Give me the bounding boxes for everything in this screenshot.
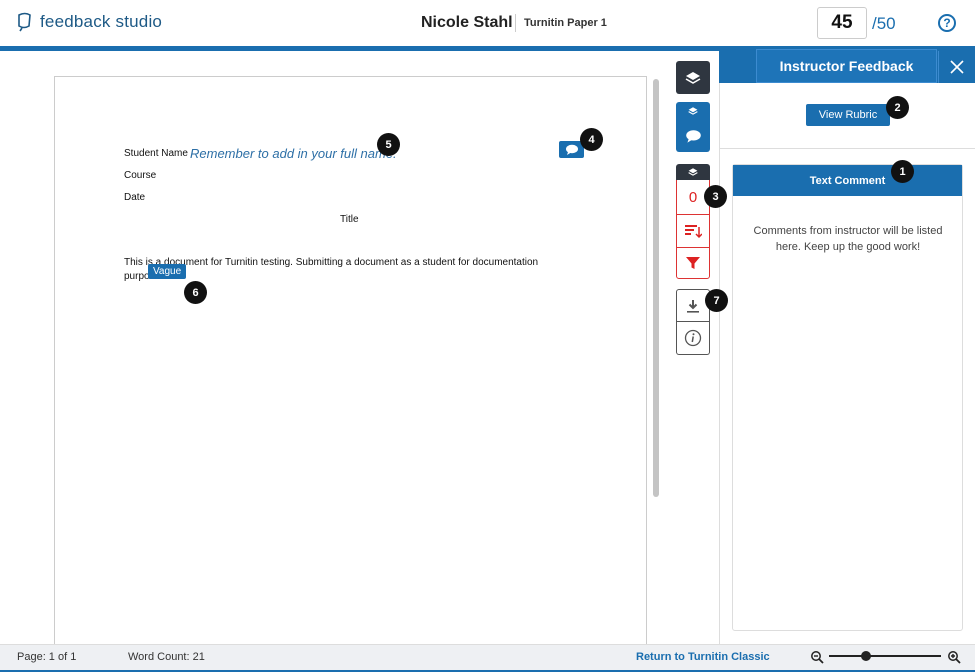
grade-input[interactable]: 45: [817, 7, 867, 39]
zoom-slider-track[interactable]: [829, 655, 941, 657]
quickmarks-layer-toggle[interactable]: [676, 102, 710, 119]
feedback-studio-app: feedback studio Nicole Stahl Turnitin Pa…: [0, 0, 975, 672]
text-comment-body[interactable]: Comments from instructor will be listed …: [753, 223, 943, 255]
panel-title[interactable]: Instructor Feedback: [756, 49, 937, 83]
word-count: Word Count: 21: [128, 651, 205, 663]
download-button[interactable]: [676, 289, 710, 322]
text-comment-header[interactable]: Text Comment: [733, 165, 962, 196]
panel-divider: [720, 148, 975, 149]
callout-marker: 5: [377, 133, 400, 156]
callout-marker: 1: [891, 160, 914, 183]
doc-title: Title: [340, 214, 359, 225]
callout-marker: 7: [705, 289, 728, 312]
doc-body-line: This is a document for Turnitin testing.…: [124, 257, 539, 268]
help-circle-icon[interactable]: ?: [938, 14, 956, 32]
zoom-in-icon[interactable]: [947, 650, 961, 664]
filters-settings-button[interactable]: [676, 247, 710, 279]
layers-icon: [688, 168, 698, 176]
layers-icon: [688, 106, 698, 115]
grading-tools-button[interactable]: [676, 119, 710, 152]
quickmark-vague[interactable]: Vague: [148, 264, 187, 279]
bubble-comment-text[interactable]: Remember to add in your full name.: [190, 146, 397, 161]
callout-marker: 4: [580, 128, 603, 151]
sort-filter-icon: [685, 225, 702, 239]
document-scrollbar[interactable]: [653, 79, 659, 497]
header-divider: [515, 14, 516, 32]
submission-info-button[interactable]: [676, 322, 710, 355]
doc-date: Date: [124, 192, 146, 203]
view-rubric-button[interactable]: View Rubric: [806, 104, 890, 126]
match-overview-button[interactable]: [676, 214, 710, 247]
layers-icon: [685, 71, 701, 84]
similarity-layer-toggle[interactable]: [676, 164, 710, 180]
download-icon: [687, 299, 699, 313]
callout-marker: 3: [704, 185, 727, 208]
return-to-classic-link[interactable]: Return to Turnitin Classic: [636, 651, 770, 663]
comment-bubble-icon: [685, 129, 701, 143]
layers-button[interactable]: [676, 61, 710, 94]
zoom-slider-thumb[interactable]: [860, 651, 871, 661]
feedback-studio-logo-icon: [18, 12, 31, 32]
doc-course: Course: [124, 170, 157, 181]
page-count: Page: 1 of 1: [17, 651, 77, 663]
logo[interactable]: feedback studio: [16, 12, 162, 32]
info-circle-icon: [684, 329, 702, 347]
close-icon: [950, 60, 964, 74]
top-header: feedback studio Nicole Stahl Turnitin Pa…: [0, 0, 975, 46]
zoom-out-icon[interactable]: [810, 650, 824, 664]
document-page: Student Name Remember to add in your ful…: [54, 76, 647, 656]
callout-marker: 2: [886, 96, 909, 119]
text-comment-card: Text Comment Comments from instructor wi…: [732, 164, 963, 631]
paper-title: Turnitin Paper 1: [524, 17, 607, 29]
funnel-icon: [686, 257, 700, 269]
callout-marker: 6: [184, 281, 207, 304]
grade-max: /50: [872, 14, 896, 33]
document-viewer: Student Name Remember to add in your ful…: [0, 51, 668, 656]
doc-student-name-label: Student Name: [124, 148, 188, 159]
student-name: Nicole Stahl: [421, 14, 513, 31]
doc-body-line: purpo: [124, 271, 150, 282]
close-panel-button[interactable]: [938, 51, 975, 83]
logo-text: feedback studio: [40, 12, 163, 31]
